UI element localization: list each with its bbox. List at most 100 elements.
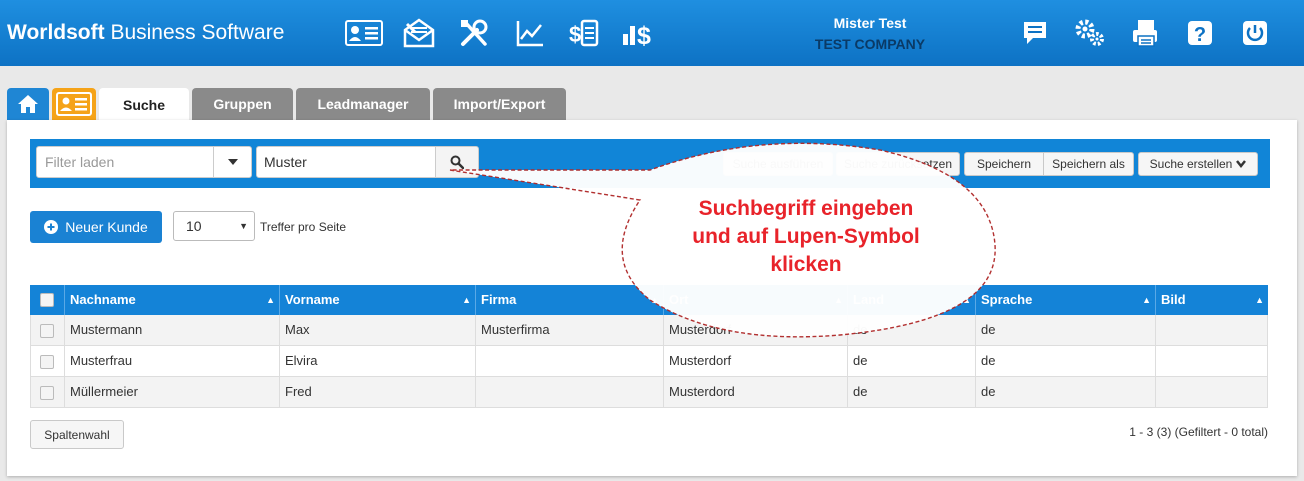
tools-icon[interactable] <box>457 16 491 50</box>
create-search-button[interactable]: Suche erstellen <box>1138 152 1258 176</box>
top-bar: Worldsoft Business Software $ $ Mister T… <box>0 0 1304 66</box>
cell-vorname: Max <box>279 315 475 345</box>
cell-sprache: de <box>975 315 1155 345</box>
column-header-label: Vorname <box>285 292 340 307</box>
column-header-ort[interactable]: Ort ▲ <box>663 285 847 315</box>
row-checkbox[interactable] <box>40 386 54 400</box>
cell-nachname: Musterfrau <box>64 346 279 376</box>
sort-icon: ▲ <box>650 295 659 305</box>
column-header-vorname[interactable]: Vorname ▲ <box>279 285 475 315</box>
per-page-label: Treffer pro Seite <box>260 220 347 234</box>
select-all-checkbox[interactable] <box>40 293 54 307</box>
tab-home[interactable] <box>7 88 49 120</box>
create-search-label: Suche erstellen <box>1149 157 1233 171</box>
user-name: Mister Test <box>833 15 907 31</box>
tab-leadmanager[interactable]: Leadmanager <box>296 88 430 120</box>
settings-icon[interactable] <box>1073 16 1107 50</box>
column-header-sprache[interactable]: Sprache ▲ <box>975 285 1155 315</box>
new-customer-button[interactable]: Neuer Kunde <box>30 211 162 243</box>
callout-line: Suchbegriff eingeben <box>698 197 914 220</box>
print-icon[interactable] <box>1128 16 1162 50</box>
sort-icon: ▲ <box>266 295 275 305</box>
svg-text:$: $ <box>569 22 581 47</box>
column-header-bild[interactable]: Bild ▲ <box>1155 285 1268 315</box>
sort-icon: ▲ <box>1142 295 1151 305</box>
cell-nachname: Mustermann <box>64 315 279 345</box>
table-row[interactable]: Mustermann Max Musterfirma Musterdorf de… <box>30 315 1268 346</box>
messages-icon[interactable] <box>1018 16 1052 50</box>
column-header-label: Ort <box>669 292 689 307</box>
cell-bild <box>1155 346 1267 376</box>
column-header-label: Firma <box>481 292 517 307</box>
invoice-icon[interactable]: $ <box>567 16 601 50</box>
cell-firma <box>475 346 663 376</box>
cell-ort: Musterdorf <box>663 315 847 345</box>
contact-card-icon[interactable] <box>345 16 383 50</box>
column-chooser-button[interactable]: Spaltenwahl <box>30 420 124 449</box>
home-icon <box>18 95 38 113</box>
sort-icon: ▲ <box>834 295 843 305</box>
user-info: Mister Test TEST COMPANY <box>790 13 950 55</box>
tab-search[interactable]: Suche <box>99 88 189 121</box>
logout-icon[interactable] <box>1238 16 1272 50</box>
search-input[interactable] <box>256 146 436 178</box>
callout-line: und auf Lupen-Symbol <box>692 225 920 248</box>
filter-dropdown-toggle[interactable] <box>213 147 251 177</box>
new-customer-label: Neuer Kunde <box>65 219 148 235</box>
company-name: TEST COMPANY <box>814 36 926 52</box>
search-button[interactable] <box>435 146 479 178</box>
cell-ort: Musterdorf <box>663 346 847 376</box>
tab-import-export[interactable]: Import/Export <box>433 88 566 120</box>
reset-search-button[interactable]: Suche zurücksetzen <box>836 152 960 176</box>
mail-campaign-icon[interactable] <box>402 16 436 50</box>
brand-logo: Worldsoft Business Software <box>7 21 284 45</box>
sort-icon: ▲ <box>962 295 971 305</box>
per-page-value: 10 <box>186 218 202 234</box>
cell-firma: Musterfirma <box>475 315 663 345</box>
per-page-select[interactable]: 10 ▼ <box>173 211 255 241</box>
cell-land: de <box>847 346 975 376</box>
save-button[interactable]: Speichern <box>964 152 1044 176</box>
table-header: Nachname ▲ Vorname ▲ Firma ▲ Ort ▲ Land ▲ Spr… <box>30 285 1268 315</box>
save-as-button[interactable]: Speichern als <box>1043 152 1134 176</box>
cell-land: de <box>847 377 975 407</box>
cell-bild <box>1155 377 1267 407</box>
caret-down-icon: ▼ <box>239 221 248 231</box>
finance-icon[interactable]: $ <box>620 16 660 50</box>
callout-line: klicken <box>770 253 842 276</box>
cell-bild <box>1155 315 1267 345</box>
filter-placeholder: Filter laden <box>45 154 115 170</box>
cell-sprache: de <box>975 346 1155 376</box>
cell-land: de <box>847 315 975 345</box>
tab-groups[interactable]: Gruppen <box>192 88 293 120</box>
table-row[interactable]: Müllermeier Fred Musterdord de de <box>30 377 1268 408</box>
row-checkbox[interactable] <box>40 324 54 338</box>
column-header-land[interactable]: Land ▲ <box>847 285 975 315</box>
cell-vorname: Fred <box>279 377 475 407</box>
callout-text: Suchbegriff eingeben und auf Lupen-Symbo… <box>646 195 966 279</box>
help-icon[interactable]: ? <box>1183 16 1217 50</box>
contact-card-icon <box>56 92 92 116</box>
caret-down-icon <box>227 159 238 165</box>
cell-sprache: de <box>975 377 1155 407</box>
chevron-down-icon <box>1236 160 1247 168</box>
svg-text:$: $ <box>637 22 651 48</box>
cell-nachname: Müllermeier <box>64 377 279 407</box>
column-header-label: Nachname <box>70 292 136 307</box>
table-row[interactable]: Musterfrau Elvira Musterdorf de de <box>30 346 1268 377</box>
column-header-label: Sprache <box>981 292 1033 307</box>
cell-vorname: Elvira <box>279 346 475 376</box>
row-checkbox[interactable] <box>40 355 54 369</box>
svg-text:?: ? <box>1194 24 1206 46</box>
results-summary: 1 - 3 (3) (Gefiltert - 0 total) <box>1129 425 1268 439</box>
statistics-icon[interactable] <box>513 16 547 50</box>
sort-icon: ▲ <box>1255 295 1264 305</box>
run-search-button[interactable]: Suche ausführen <box>723 152 833 176</box>
column-header-nachname[interactable]: Nachname ▲ <box>64 285 279 315</box>
cell-firma <box>475 377 663 407</box>
filter-select[interactable]: Filter laden <box>36 146 252 178</box>
sort-icon: ▲ <box>462 295 471 305</box>
brand-rest: Business Software <box>110 21 285 44</box>
tab-contacts[interactable] <box>52 88 96 120</box>
column-header-firma[interactable]: Firma ▲ <box>475 285 663 315</box>
